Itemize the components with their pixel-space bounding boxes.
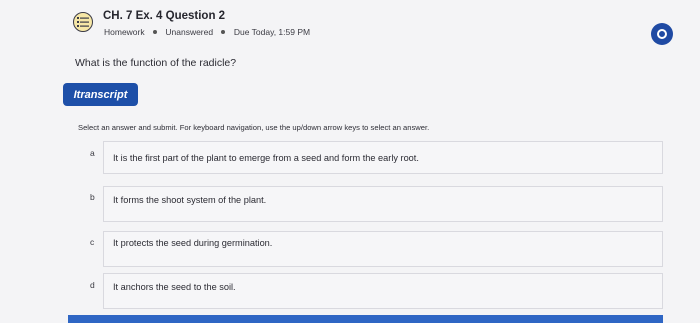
option-b-letter: b	[90, 192, 95, 202]
option-c-text: It protects the seed during germination.	[113, 238, 273, 248]
separator-dot	[221, 30, 226, 35]
question-prompt: What is the function of the radicle?	[75, 57, 237, 69]
transcript-button[interactable]: Itranscript	[63, 83, 138, 106]
due-date: Due Today, 1:59 PM	[233, 27, 311, 37]
list-icon	[73, 12, 93, 32]
option-d-text: It anchors the seed to the soil.	[113, 282, 236, 292]
option-c-letter: c	[90, 237, 95, 247]
question-title: CH. 7 Ex. 4 Question 2	[103, 10, 226, 22]
answer-option-c[interactable]: It protects the seed during germination.	[103, 231, 663, 267]
option-a-letter: a	[90, 148, 95, 158]
answer-option-b[interactable]: It forms the shoot system of the plant.	[103, 186, 663, 222]
bottom-bar	[68, 315, 663, 323]
option-d-letter: d	[90, 280, 95, 290]
instructions-text: Select an answer and submit. For keyboar…	[78, 123, 430, 132]
option-a-text: It is the first part of the plant to eme…	[113, 153, 419, 163]
category-label: Homework	[104, 27, 145, 37]
answer-option-d[interactable]: It anchors the seed to the soil.	[103, 273, 663, 309]
separator-dot	[153, 30, 157, 35]
assignment-page: CH. 7 Ex. 4 Question 2 Homework Unanswer…	[0, 0, 700, 323]
answer-option-a[interactable]: It is the first part of the plant to eme…	[103, 141, 663, 174]
option-b-text: It forms the shoot system of the plant.	[113, 195, 267, 205]
status-label: Unanswered	[165, 27, 214, 37]
status-circle-icon[interactable]	[651, 23, 673, 45]
question-meta: Homework Unanswered Due Today, 1:59 PM	[104, 27, 310, 37]
